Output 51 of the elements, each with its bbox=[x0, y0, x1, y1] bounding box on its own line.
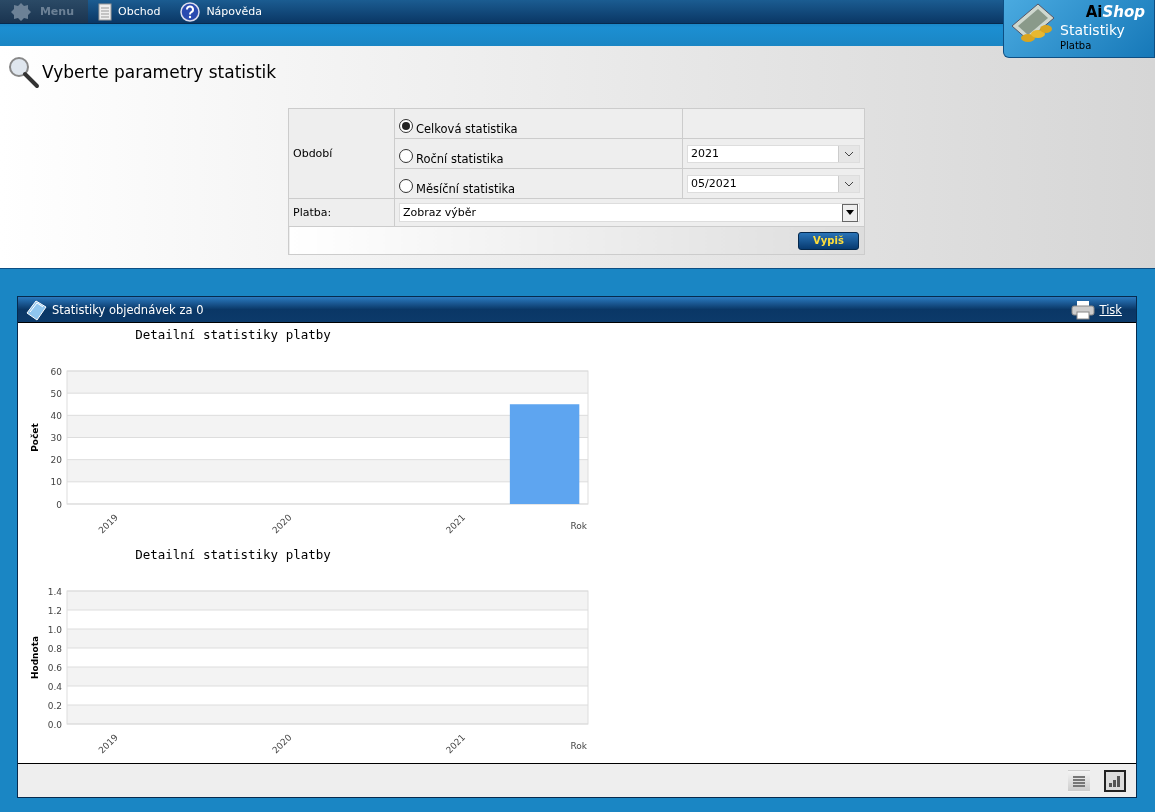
chevron-down-icon bbox=[844, 150, 854, 157]
chart-title: Detailní statistiky platby bbox=[135, 327, 331, 343]
axis-title: Hodnota bbox=[30, 636, 40, 680]
dropdown-field[interactable]: 05/2021 bbox=[687, 174, 860, 193]
axis-tick-label: 50 bbox=[50, 388, 62, 399]
axis-tick-label: 0 bbox=[56, 499, 62, 510]
radio-button[interactable] bbox=[399, 149, 413, 163]
section-title: Statistiky bbox=[1060, 22, 1125, 38]
field-label: Období bbox=[293, 147, 333, 160]
field-label: Platba: bbox=[293, 206, 332, 219]
panel-title: Statistiky objednávek za 0 bbox=[52, 302, 204, 317]
axis-title: Rok bbox=[570, 521, 587, 532]
gear-icon bbox=[10, 1, 32, 22]
chart-view-button[interactable] bbox=[1104, 769, 1126, 792]
axis-tick-label: 0.2 bbox=[47, 700, 62, 711]
section-subtitle: Platba bbox=[1060, 40, 1092, 51]
document-icon bbox=[24, 298, 48, 321]
submit-button[interactable]: Vypiš bbox=[798, 231, 859, 250]
list-view-button[interactable] bbox=[1068, 769, 1090, 792]
axis-tick-label: 0.8 bbox=[47, 643, 62, 654]
axis-tick-label: 0.0 bbox=[47, 719, 62, 730]
axis-tick-label: 1.4 bbox=[47, 586, 62, 597]
menu-link[interactable]: Nápověda bbox=[170, 0, 273, 23]
document-icon bbox=[98, 2, 112, 21]
radio-button[interactable] bbox=[399, 119, 413, 133]
brand-logo: AiShop bbox=[1085, 3, 1145, 21]
dropdown-field[interactable]: Zobraz výběr bbox=[399, 203, 860, 222]
axis-title: Počet bbox=[30, 423, 40, 452]
printer-icon bbox=[1071, 299, 1096, 320]
axis-title: Rok bbox=[570, 741, 587, 752]
axis-tick-label: 60 bbox=[50, 366, 62, 377]
axis-tick-label: 10 bbox=[50, 477, 62, 488]
axis-tick-label: 20 bbox=[50, 455, 62, 466]
dropdown-field[interactable]: 2021 bbox=[687, 144, 860, 163]
menu-link[interactable]: Obchod bbox=[88, 0, 171, 23]
axis-tick-label: 30 bbox=[50, 433, 62, 444]
axis-tick-label: 0.6 bbox=[47, 662, 62, 673]
search-icon bbox=[8, 55, 40, 89]
list-icon bbox=[1072, 774, 1086, 787]
caret-icon bbox=[846, 210, 854, 215]
chevron-down-icon bbox=[844, 180, 854, 187]
axis-tick-label: 0.4 bbox=[47, 681, 62, 692]
help-icon bbox=[180, 1, 201, 22]
axis-tick-label: 40 bbox=[50, 410, 62, 421]
page-heading: Vyberte parametry statistik bbox=[42, 62, 277, 82]
axis-tick-label: 1.2 bbox=[47, 605, 62, 616]
radio-button[interactable] bbox=[399, 179, 413, 193]
chart-title: Detailní statistiky platby bbox=[135, 547, 331, 563]
bar-chart-icon bbox=[1108, 774, 1122, 787]
axis-tick-label: 1.0 bbox=[47, 624, 62, 635]
print-link[interactable]: Tisk bbox=[1099, 302, 1122, 317]
